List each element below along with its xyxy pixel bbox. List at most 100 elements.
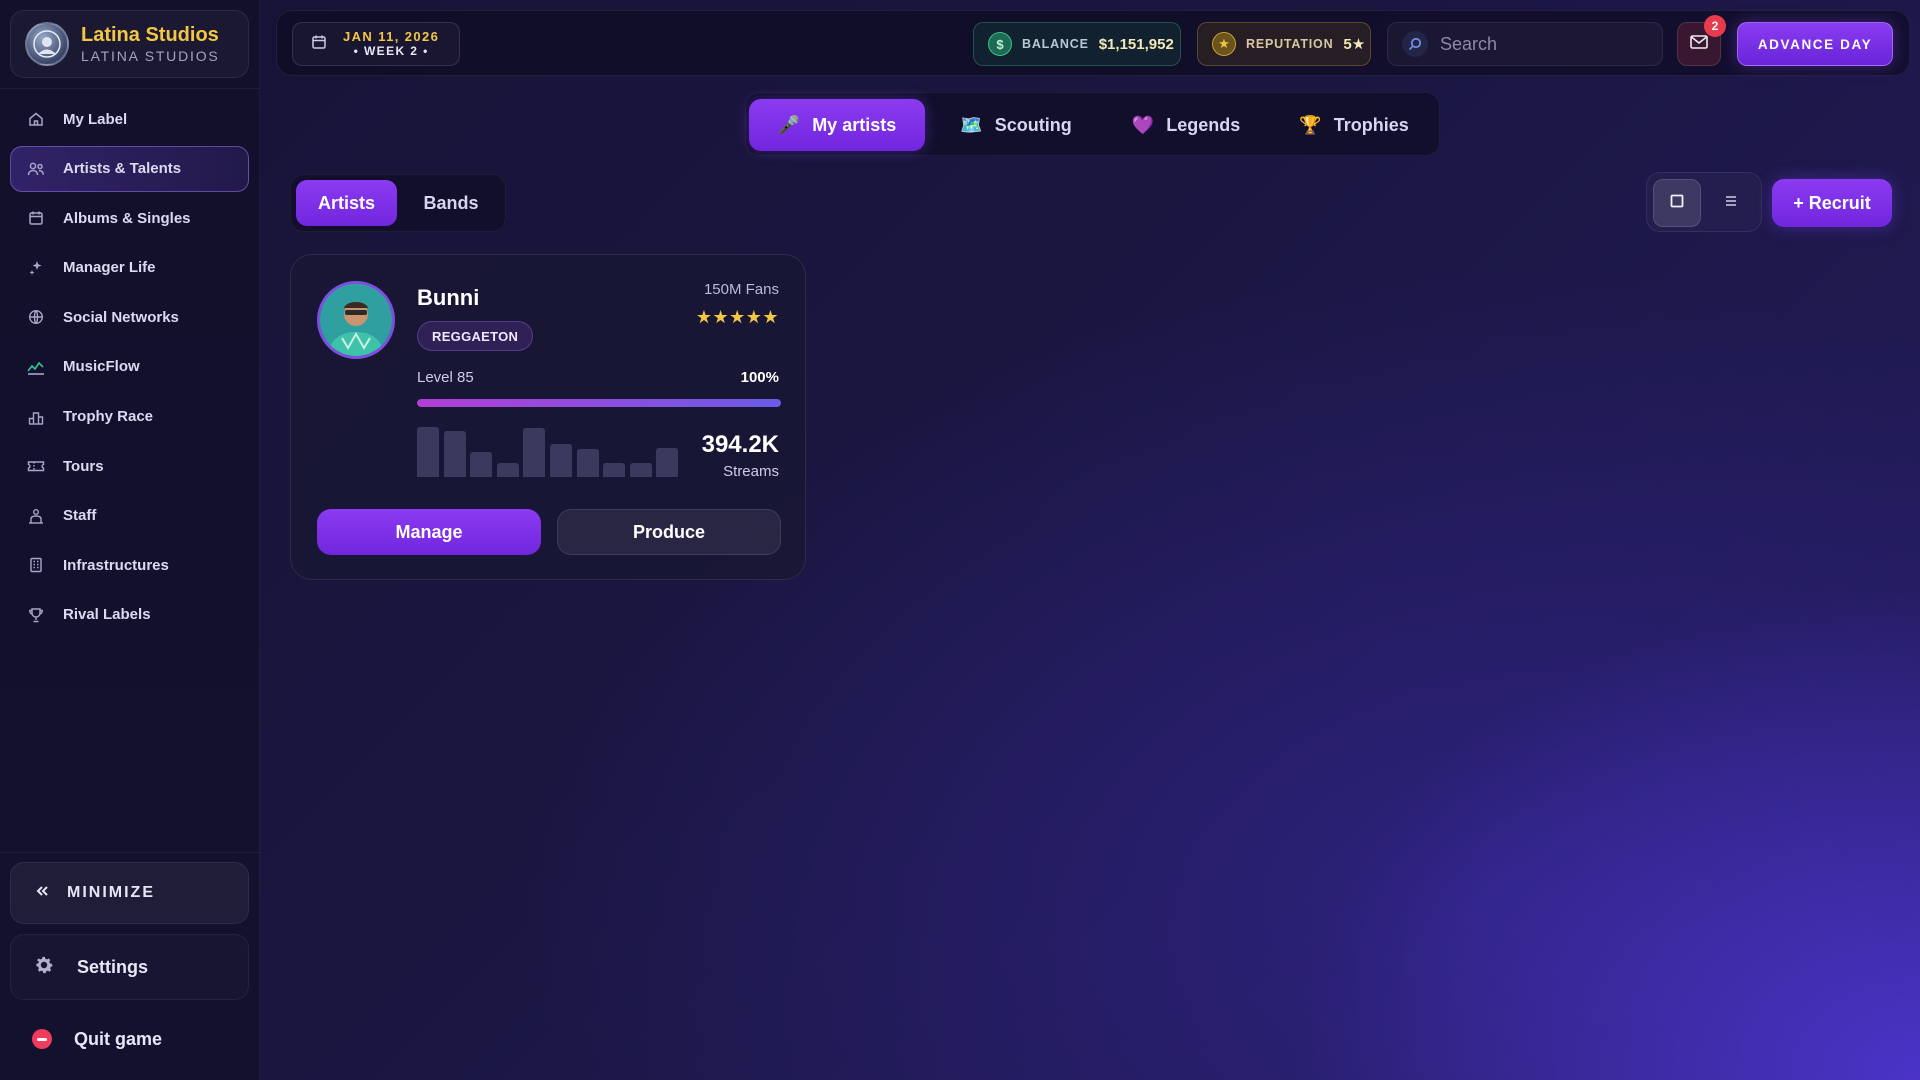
level-progress-fill [417,399,781,407]
sidebar-item-label: Infrastructures [63,556,169,574]
sidebar-item-infrastructures[interactable]: Infrastructures [10,542,249,588]
list-icon [1725,194,1737,212]
sidebar-item-label: Manager Life [63,259,156,277]
sidebar-item-label: MusicFlow [63,358,140,376]
microphone-icon: 🎤 [777,114,801,135]
trophy-icon [27,606,45,624]
balance-value: $1,151,952 [1098,35,1174,53]
genre-badge: REGGAETON [417,321,534,351]
sidebar-item-trophy-race[interactable]: Trophy Race [10,394,249,440]
home-icon [27,110,45,128]
app-background [0,0,1920,1080]
sidebar-item-label: Albums & Singles [63,209,191,227]
stream-history-chart [417,427,683,477]
main-tabs: 🎤 My artists 🗺️ Scouting 💜 Legends 🏆 Tro… [745,92,1440,156]
grid-view-button[interactable] [1653,179,1701,227]
sidebar-item-rival-labels[interactable]: Rival Labels [10,592,249,638]
advance-day-button[interactable]: ADVANCE DAY [1737,22,1893,66]
calendar-icon [311,34,327,55]
reputation-label: REPUTATION [1246,37,1334,51]
balance-display[interactable]: $ BALANCE $1,151,952 [973,22,1181,66]
inbox-button[interactable]: 2 [1677,15,1726,66]
search-input[interactable] [1440,33,1640,55]
tab-scouting[interactable]: 🗺️ Scouting [936,99,1096,151]
stream-history-bar [603,463,626,477]
artist-avatar[interactable] [317,281,395,359]
search-box[interactable] [1387,22,1663,66]
settings-button[interactable]: Settings [10,934,249,1000]
podium-icon [27,408,45,426]
brand-name: Latina Studios [81,24,219,46]
star-rating: ★★★★★ [695,307,779,327]
tab-label: Trophies [1333,114,1409,135]
sidebar-item-label: My Label [63,110,128,128]
sidebar-item-staff[interactable]: Staff [10,493,249,539]
stream-history-bar [417,427,439,477]
view-mode-toggle [1646,172,1762,232]
list-view-button[interactable] [1707,179,1755,227]
sidebar-item-label: Social Networks [63,308,179,326]
fans-count: 150M Fans [703,281,779,298]
artist-card[interactable]: Bunni REGGAETON 150M Fans ★★★★★ Level 85… [290,254,806,580]
minus-circle-icon [32,1029,52,1049]
stream-history-bar [576,449,599,477]
sidebar-item-manager-life[interactable]: Manager Life [10,245,249,291]
subtab-bands[interactable]: Bands [401,180,501,226]
purple-heart-icon: 💜 [1131,114,1155,135]
current-week: • WEEK 2 • [353,44,429,58]
manage-button[interactable]: Manage [317,509,541,555]
tab-trophies[interactable]: 🏆 Trophies [1274,99,1434,151]
tab-label: Scouting [994,114,1072,135]
minimize-label: MINIMIZE [67,884,155,901]
divider [0,88,260,89]
label-logo-icon [25,22,69,66]
gear-icon [33,954,55,981]
minimize-button[interactable]: MINIMIZE [10,862,249,924]
current-date: JAN 11, 2026 [343,29,440,44]
sidebar-item-my-label[interactable]: My Label [10,96,249,142]
top-bar: JAN 11, 2026 • WEEK 2 • $ BALANCE $1,151… [276,10,1910,76]
produce-button[interactable]: Produce [557,509,781,555]
tab-label: My artists [812,114,897,135]
level-progress-bar [417,399,781,407]
star-coin-icon: ★ [1212,32,1236,56]
stream-history-bar [550,444,572,477]
sidebar-nav: My Label Artists & Talents Albums & Sing… [10,96,249,642]
sidebar-item-label: Trophy Race [63,408,154,426]
tab-label: Legends [1166,114,1241,135]
square-icon [1670,194,1684,213]
chart-icon [27,358,45,376]
sidebar-item-label: Tours [63,457,104,475]
sub-tabs: Artists Bands [290,174,506,232]
stream-history-bar [443,431,466,477]
chevrons-left-icon [35,884,49,902]
subtab-artists[interactable]: Artists [296,180,397,226]
stream-history-bar [470,452,493,477]
brand-header[interactable]: Latina Studios LATINA STUDIOS [10,10,249,78]
sidebar-item-artists-talents[interactable]: Artists & Talents [10,145,249,192]
tab-legends[interactable]: 💜 Legends [1106,99,1266,151]
sidebar-item-label: Artists & Talents [63,160,182,178]
date-display[interactable]: JAN 11, 2026 • WEEK 2 • [292,22,460,66]
quit-game-button[interactable]: Quit game [10,1010,249,1068]
sidebar-item-tours[interactable]: Tours [10,443,249,489]
sidebar-item-label: Staff [63,507,97,525]
globe-icon [27,308,45,326]
stream-history-bar [523,428,546,477]
map-icon: 🗺️ [960,114,983,135]
reputation-display[interactable]: ★ REPUTATION 5★ [1197,22,1371,66]
streams-value: 394.2K [701,431,779,458]
sidebar-item-albums-singles[interactable]: Albums & Singles [10,195,249,241]
brand-subtitle: LATINA STUDIOS [81,48,220,64]
artist-level: Level 85 [417,369,474,386]
stream-history-bar [656,448,679,477]
sparkle-icon [27,259,45,277]
sidebar-item-musicflow[interactable]: MusicFlow [10,344,249,390]
sidebar-item-social-networks[interactable]: Social Networks [10,294,249,340]
sidebar: Latina Studios LATINA STUDIOS My Label A… [0,0,260,1080]
mail-icon [1690,34,1708,54]
search-icon [1402,31,1428,57]
tab-my-artists[interactable]: 🎤 My artists [749,99,925,151]
trophy-icon: 🏆 [1299,114,1322,135]
recruit-button[interactable]: + Recruit [1772,179,1892,227]
